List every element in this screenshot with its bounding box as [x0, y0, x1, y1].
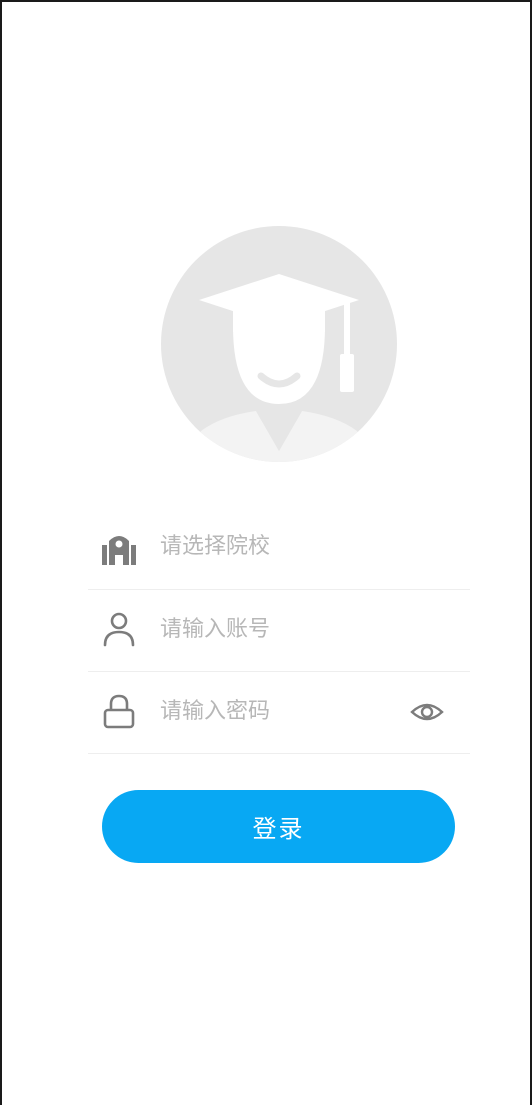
lock-icon — [103, 694, 135, 729]
eye-icon[interactable] — [410, 697, 444, 727]
user-icon — [103, 612, 135, 647]
graduate-avatar-icon — [161, 226, 397, 462]
password-input[interactable] — [160, 693, 400, 729]
school-select-label: 请选择院校 — [160, 534, 271, 559]
account-input[interactable] — [160, 611, 400, 647]
school-select[interactable]: 请选择院校 — [88, 507, 470, 590]
login-button[interactable]: 登录 — [102, 790, 455, 863]
password-row — [88, 671, 470, 754]
account-row — [88, 589, 470, 672]
school-building-icon — [102, 536, 136, 565]
